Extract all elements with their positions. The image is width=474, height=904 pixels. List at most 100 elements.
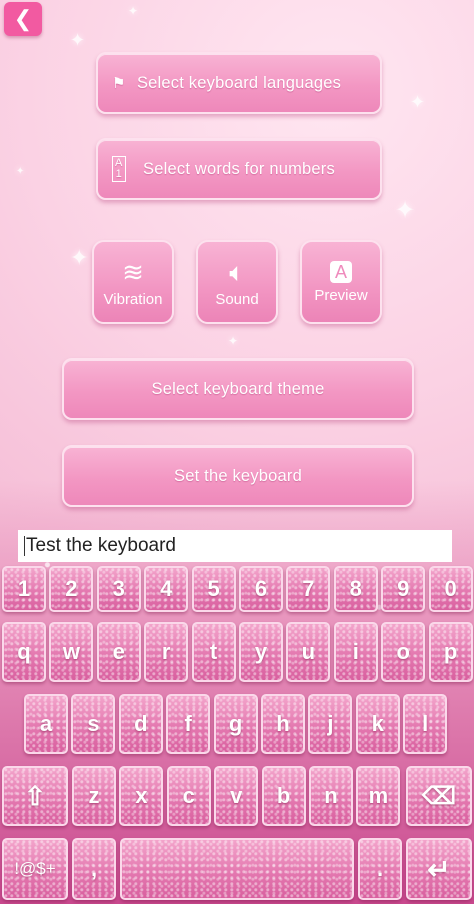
key-e[interactable]: e xyxy=(96,622,141,682)
symbols-key[interactable]: !@$+ xyxy=(2,838,68,900)
key-h-label: h xyxy=(276,711,290,736)
select-languages-label: Select keyboard languages xyxy=(136,73,342,92)
key-x[interactable]: x xyxy=(119,766,164,826)
key-h[interactable]: h xyxy=(261,694,305,754)
key-3[interactable]: 3 xyxy=(96,566,141,612)
key-c-label: c xyxy=(182,783,195,808)
key-7-label: 7 xyxy=(302,576,315,601)
key-a-label: a xyxy=(39,711,53,736)
speaker-icon: 🔈︎ xyxy=(229,256,245,287)
sparkle: ✦ xyxy=(128,4,139,18)
vibration-icon: ≋ xyxy=(122,256,144,287)
select-theme-button[interactable]: Select keyboard theme xyxy=(62,358,414,420)
key-z[interactable]: z xyxy=(72,766,116,826)
flag-icon: ⚑ xyxy=(112,75,126,92)
key-l[interactable]: l xyxy=(403,694,448,754)
sparkle: ✦ xyxy=(410,92,426,112)
shift-icon: ⇧ xyxy=(24,780,46,811)
key-u[interactable]: u xyxy=(286,622,331,682)
key-z-label: z xyxy=(88,783,100,808)
key-s-label: s xyxy=(87,711,100,736)
key-0-label: 0 xyxy=(444,576,457,601)
key-5[interactable]: 5 xyxy=(191,566,236,612)
key-8-label: 8 xyxy=(349,576,362,601)
sparkle: ✦ xyxy=(70,30,86,50)
select-theme-label: Select keyboard theme xyxy=(151,379,325,398)
sparkle: ✦ xyxy=(395,197,416,224)
back-button[interactable]: ❮ xyxy=(4,2,42,36)
select-numbers-label: Select words for numbers xyxy=(143,159,335,178)
key-b-label: b xyxy=(276,783,291,808)
key-t-label: t xyxy=(209,639,218,664)
key-n-label: n xyxy=(324,783,338,808)
set-keyboard-label: Set the keyboard xyxy=(174,466,302,485)
key-d[interactable]: d xyxy=(118,694,163,754)
key-p-label: p xyxy=(443,639,458,664)
period-key[interactable]: . xyxy=(358,838,402,900)
key-r-label: r xyxy=(161,639,171,664)
key-k[interactable]: k xyxy=(355,694,400,754)
preview-button[interactable]: A Preview xyxy=(300,240,382,324)
key-i-label: i xyxy=(352,639,359,664)
key-4-label: 4 xyxy=(160,576,173,601)
sound-button[interactable]: 🔈︎ Sound xyxy=(196,240,278,324)
chevron-left-icon: ❮ xyxy=(13,6,33,31)
key-n[interactable]: n xyxy=(309,766,353,826)
key-o[interactable]: o xyxy=(381,622,426,682)
key-r[interactable]: r xyxy=(144,622,189,682)
comma-key[interactable]: , xyxy=(72,838,116,900)
key-b[interactable]: b xyxy=(261,766,306,826)
key-6-label: 6 xyxy=(254,576,268,601)
key-s[interactable]: s xyxy=(71,694,116,754)
key-2[interactable]: 2 xyxy=(49,566,94,612)
enter-key[interactable]: ↵ xyxy=(406,838,472,900)
key-5-label: 5 xyxy=(207,576,220,601)
sparkle: ✦ xyxy=(16,166,25,177)
key-2-label: 2 xyxy=(65,576,78,601)
key-i[interactable]: i xyxy=(333,622,378,682)
key-m-label: m xyxy=(368,783,389,808)
key-y-label: y xyxy=(254,639,268,664)
sparkle: ✦ xyxy=(70,245,89,270)
key-a[interactable]: a xyxy=(24,694,68,754)
key-v[interactable]: v xyxy=(214,766,259,826)
key-l-label: l xyxy=(422,711,429,736)
space-key[interactable] xyxy=(120,838,354,900)
key-v-label: v xyxy=(230,783,243,808)
key-f[interactable]: f xyxy=(166,694,211,754)
key-j[interactable]: j xyxy=(308,694,353,754)
key-7[interactable]: 7 xyxy=(286,566,331,612)
key-6[interactable]: 6 xyxy=(239,566,283,612)
backspace-key[interactable]: ⌫ xyxy=(406,766,472,826)
key-0[interactable]: 0 xyxy=(428,566,473,612)
key-1[interactable]: 1 xyxy=(2,566,46,612)
shift-key[interactable]: ⇧ xyxy=(2,766,68,826)
sound-label: Sound xyxy=(215,290,259,308)
set-keyboard-button[interactable]: Set the keyboard xyxy=(62,445,414,507)
text-caret xyxy=(24,536,25,556)
key-w[interactable]: w xyxy=(49,622,94,682)
select-languages-button[interactable]: ⚑ Select keyboard languages xyxy=(96,52,382,114)
key-y[interactable]: y xyxy=(239,622,283,682)
key-g-label: g xyxy=(228,711,243,736)
key-m[interactable]: m xyxy=(356,766,401,826)
preview-label: Preview xyxy=(314,286,368,304)
key-3-label: 3 xyxy=(112,576,125,601)
key-q[interactable]: q xyxy=(2,622,46,682)
select-numbers-button[interactable]: A1 Select words for numbers xyxy=(96,138,382,200)
key-p[interactable]: p xyxy=(428,622,473,682)
key-t[interactable]: t xyxy=(191,622,236,682)
vibration-button[interactable]: ≋ Vibration xyxy=(92,240,174,324)
key-9-label: 9 xyxy=(397,576,410,601)
vibration-label: Vibration xyxy=(103,290,163,308)
test-keyboard-field[interactable]: Test the keyboard xyxy=(18,530,452,562)
key-4[interactable]: 4 xyxy=(144,566,189,612)
key-c[interactable]: c xyxy=(166,766,211,826)
period-key-label: . xyxy=(376,856,384,881)
key-q-label: q xyxy=(17,639,31,664)
preview-a-icon: A xyxy=(329,260,352,283)
key-g[interactable]: g xyxy=(213,694,258,754)
key-8[interactable]: 8 xyxy=(333,566,378,612)
key-9[interactable]: 9 xyxy=(381,566,426,612)
key-1-label: 1 xyxy=(17,576,31,601)
